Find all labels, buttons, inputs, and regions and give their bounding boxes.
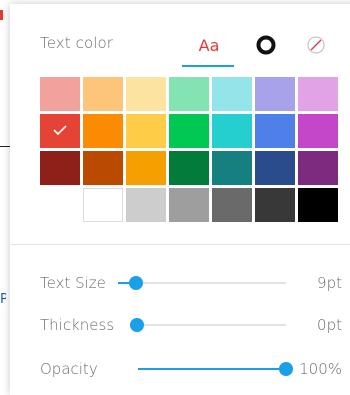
tab-no-color[interactable] bbox=[298, 30, 334, 60]
text-size-slider-thumb[interactable] bbox=[129, 276, 144, 290]
color-swatch[interactable] bbox=[298, 77, 338, 111]
color-swatch[interactable] bbox=[169, 114, 209, 148]
tab-text-color[interactable]: Aa bbox=[185, 30, 233, 60]
popup-title: Text color bbox=[40, 34, 114, 52]
text-size-value: 9pt bbox=[317, 274, 342, 292]
color-swatch[interactable] bbox=[298, 188, 338, 222]
color-swatch[interactable] bbox=[255, 77, 295, 111]
background-fragment-red bbox=[0, 10, 3, 20]
color-swatch[interactable] bbox=[255, 114, 295, 148]
color-swatch[interactable] bbox=[212, 188, 252, 222]
opacity-slider-thumb[interactable] bbox=[279, 362, 293, 376]
color-swatch[interactable] bbox=[169, 151, 209, 185]
opacity-row: Opacity 100% bbox=[40, 358, 342, 380]
text-size-row: Text Size 9pt bbox=[40, 272, 342, 294]
checkmark-icon bbox=[53, 125, 67, 136]
color-swatch[interactable] bbox=[169, 188, 209, 222]
color-swatch[interactable] bbox=[40, 151, 80, 185]
color-swatch[interactable] bbox=[126, 77, 166, 111]
color-swatch[interactable] bbox=[126, 114, 166, 148]
color-swatch[interactable] bbox=[83, 151, 123, 185]
opacity-slider[interactable] bbox=[138, 362, 293, 376]
thickness-row: Thickness 0pt bbox=[40, 314, 342, 336]
color-swatch[interactable] bbox=[83, 77, 123, 111]
color-swatch[interactable] bbox=[298, 114, 338, 148]
ring-icon bbox=[256, 35, 276, 55]
text-size-label: Text Size bbox=[40, 274, 106, 292]
background-fragment-text: Pi bbox=[0, 292, 6, 307]
color-swatch[interactable] bbox=[40, 77, 80, 111]
color-swatch[interactable] bbox=[126, 188, 166, 222]
color-swatch[interactable] bbox=[298, 151, 338, 185]
color-swatch[interactable] bbox=[83, 188, 123, 222]
color-swatch-selected[interactable] bbox=[40, 114, 80, 148]
active-tab-indicator bbox=[182, 65, 234, 67]
no-color-icon bbox=[307, 36, 325, 54]
page: Pi Text color Aa Text Size 9pt bbox=[0, 0, 350, 395]
color-swatch[interactable] bbox=[126, 151, 166, 185]
color-swatch[interactable] bbox=[83, 114, 123, 148]
color-swatch[interactable] bbox=[212, 77, 252, 111]
color-swatch-grid bbox=[40, 77, 342, 222]
color-swatch[interactable] bbox=[169, 77, 209, 111]
color-swatch[interactable] bbox=[255, 188, 295, 222]
color-swatch[interactable] bbox=[255, 151, 295, 185]
color-swatch-empty bbox=[40, 188, 80, 222]
thickness-value: 0pt bbox=[317, 316, 342, 334]
thickness-slider-thumb[interactable] bbox=[130, 318, 144, 332]
color-swatch[interactable] bbox=[212, 151, 252, 185]
divider bbox=[10, 244, 350, 245]
color-swatch[interactable] bbox=[212, 114, 252, 148]
tab-border-color[interactable] bbox=[248, 30, 284, 60]
thickness-slider[interactable] bbox=[130, 318, 286, 332]
opacity-slider-fill bbox=[138, 368, 286, 370]
opacity-value: 100% bbox=[299, 360, 342, 378]
style-popup: Text color Aa Text Size 9pt Thickness 0p… bbox=[10, 4, 350, 395]
opacity-label: Opacity bbox=[40, 360, 98, 378]
text-size-slider[interactable] bbox=[118, 276, 286, 290]
thickness-label: Thickness bbox=[40, 316, 115, 334]
